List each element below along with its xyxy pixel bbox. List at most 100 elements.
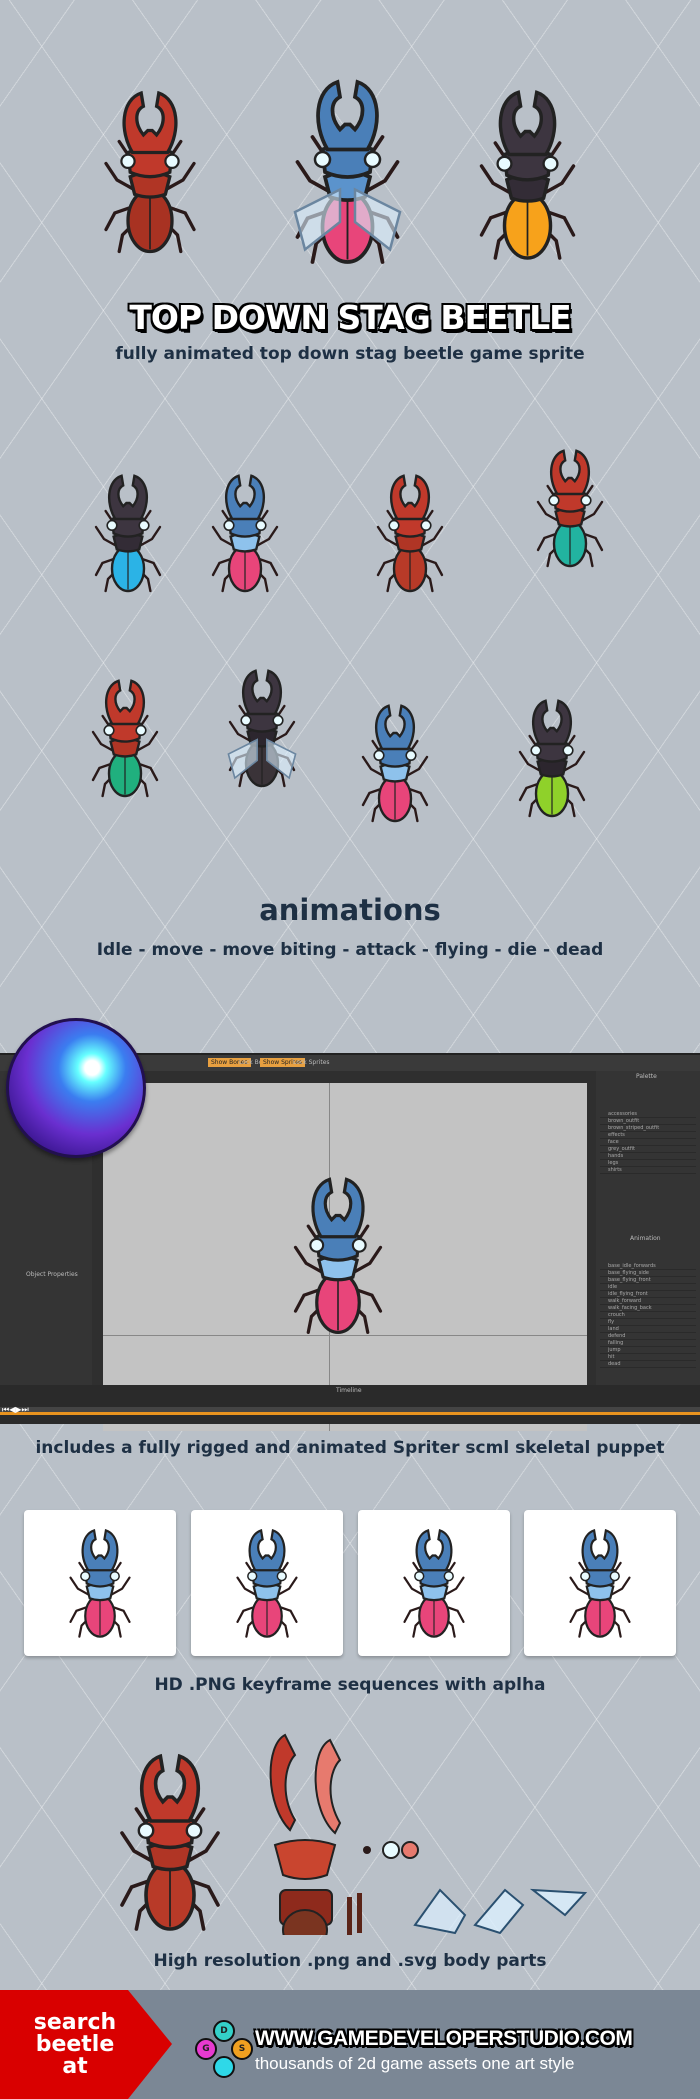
eye-white-part: [382, 1841, 400, 1859]
beetle-sprite: [62, 1526, 138, 1644]
spriter-caption: includes a fully rigged and animated Spr…: [35, 1438, 665, 1458]
beetle-sprite: [283, 1173, 393, 1343]
body-parts-caption: High resolution .png and .svg body parts: [153, 1951, 547, 1971]
banner-line: beetle: [35, 2032, 115, 2057]
palette-folder[interactable]: brown_striped_outfit: [600, 1125, 696, 1132]
animation-item[interactable]: defend: [600, 1333, 696, 1340]
hero-beetle-black: [470, 65, 585, 290]
beetle-variant: [205, 465, 285, 605]
palette-label: Palette: [636, 1073, 657, 1080]
beetle-sprite: [530, 440, 610, 580]
keyframe-card: [524, 1510, 676, 1656]
beetle-sprite: [512, 690, 592, 830]
wing-part: [413, 1888, 467, 1935]
animation-item[interactable]: base_idle_forwards: [600, 1263, 696, 1270]
logo-letter-g: G: [195, 2038, 217, 2060]
beetle-sprite: [110, 1745, 230, 1945]
animations-heading: animations: [259, 893, 441, 927]
mandible-part-light: [314, 1738, 342, 1835]
keyframe-card: [24, 1510, 176, 1656]
palette-panel: Palette accessories brown_outfit brown_str…: [596, 1071, 700, 1385]
object-properties-label: Object Properties: [26, 1271, 78, 1278]
beetle-sprite: [396, 1526, 472, 1644]
animation-item[interactable]: idle: [600, 1284, 696, 1291]
lock-sprites-button[interactable]: Lock Sprites: [290, 1058, 333, 1067]
animation-label: Animation: [630, 1235, 661, 1242]
beetle-sprite: [85, 670, 165, 810]
body-parts-sheet: [269, 1733, 588, 1935]
banner-line: at: [62, 2054, 88, 2079]
animation-item[interactable]: walk_forward: [600, 1298, 696, 1305]
beetle-sprite: [95, 62, 205, 287]
logo-letter-d: D: [213, 2020, 235, 2042]
palette-folder[interactable]: grey_outfit: [600, 1146, 696, 1153]
palette-folder[interactable]: legs: [600, 1160, 696, 1167]
animation-item[interactable]: fly: [600, 1319, 696, 1326]
search-banner-text: search beetle at: [0, 2012, 150, 2078]
animation-item[interactable]: idle_flying_front: [600, 1291, 696, 1298]
hero-beetle-red: [95, 62, 205, 287]
timeline-scrubber[interactable]: [0, 1407, 700, 1415]
animation-item[interactable]: walk_facing_back: [600, 1305, 696, 1312]
beetle-sprite: [370, 465, 450, 605]
wing-part: [529, 1888, 588, 1917]
keyframe-beetle: [562, 1526, 638, 1644]
beetle-sprite: [205, 465, 285, 605]
animation-item[interactable]: land: [600, 1326, 696, 1333]
beetle-sprite: [229, 1526, 305, 1644]
palette-folder[interactable]: shirts: [600, 1167, 696, 1174]
animations-list: Idle - move - move biting - attack - fly…: [96, 940, 604, 960]
hero-beetle-blue-flying: [285, 62, 410, 287]
keyframe-card: [358, 1510, 510, 1656]
logo-dot: [213, 2056, 235, 2078]
eye-pink-part: [401, 1841, 419, 1859]
beetle-variant: [530, 440, 610, 580]
beetle-sprite: [285, 62, 410, 287]
palette-folder[interactable]: accessories: [600, 1111, 696, 1118]
beetle-variant: [85, 670, 165, 810]
gds-logo-icon: D G S: [195, 2020, 255, 2080]
beetle-variant: [88, 465, 168, 605]
animation-item[interactable]: base_flying_side: [600, 1270, 696, 1277]
beetle-variant: [512, 690, 592, 830]
mandible-part: [269, 1733, 297, 1832]
website-link[interactable]: WWW.GAMEDEVELOPERSTUDIO.COM: [255, 2027, 633, 2051]
beetle-sprite: [470, 65, 585, 290]
beetle-variant: [370, 465, 450, 605]
editor-canvas[interactable]: [103, 1083, 587, 1431]
animation-list: base_idle_forwards base_flying_side base_f…: [600, 1263, 696, 1368]
animation-item[interactable]: jump: [600, 1347, 696, 1354]
animation-item[interactable]: falling: [600, 1340, 696, 1347]
keyframes-caption: HD .PNG keyframe sequences with aplha: [154, 1675, 546, 1695]
animation-item[interactable]: dead: [600, 1361, 696, 1368]
wing-part: [473, 1888, 525, 1935]
page-title: TOP DOWN STAG BEETLE: [129, 298, 571, 337]
palette-folder[interactable]: brown_outfit: [600, 1118, 696, 1125]
animation-item[interactable]: crouch: [600, 1312, 696, 1319]
palette-folder[interactable]: face: [600, 1139, 696, 1146]
animation-item[interactable]: base_flying_front: [600, 1277, 696, 1284]
beetle-sprite: [562, 1526, 638, 1644]
timeline-panel[interactable]: Timeline ⏮◀▶⏭: [0, 1385, 700, 1424]
beetle-variant: [222, 660, 302, 800]
palette-folder-list: accessories brown_outfit brown_striped_out…: [600, 1111, 696, 1174]
beetle-sprite: [355, 695, 435, 835]
leg-part: [347, 1897, 352, 1935]
beetle-variant: [355, 695, 435, 835]
playback-controls-icon[interactable]: ⏮◀▶⏭: [2, 1405, 29, 1415]
leg-part: [357, 1893, 362, 1933]
timeline-label: Timeline: [336, 1387, 362, 1394]
beetle-sprite: [88, 465, 168, 605]
body-parts-full-beetle: [110, 1745, 230, 1945]
keyframe-beetle: [62, 1526, 138, 1644]
logo-letter-s: S: [231, 2038, 253, 2060]
palette-folder[interactable]: hands: [600, 1153, 696, 1160]
keyframe-beetle: [229, 1526, 305, 1644]
banner-line: search: [33, 2010, 117, 2035]
palette-folder[interactable]: effects: [600, 1132, 696, 1139]
canvas-beetle[interactable]: [283, 1173, 393, 1343]
animation-item[interactable]: hit: [600, 1354, 696, 1361]
eye-part: [363, 1846, 371, 1854]
page-subtitle: fully animated top down stag beetle game…: [115, 344, 585, 364]
spriter-logo-orb: [6, 1018, 146, 1158]
